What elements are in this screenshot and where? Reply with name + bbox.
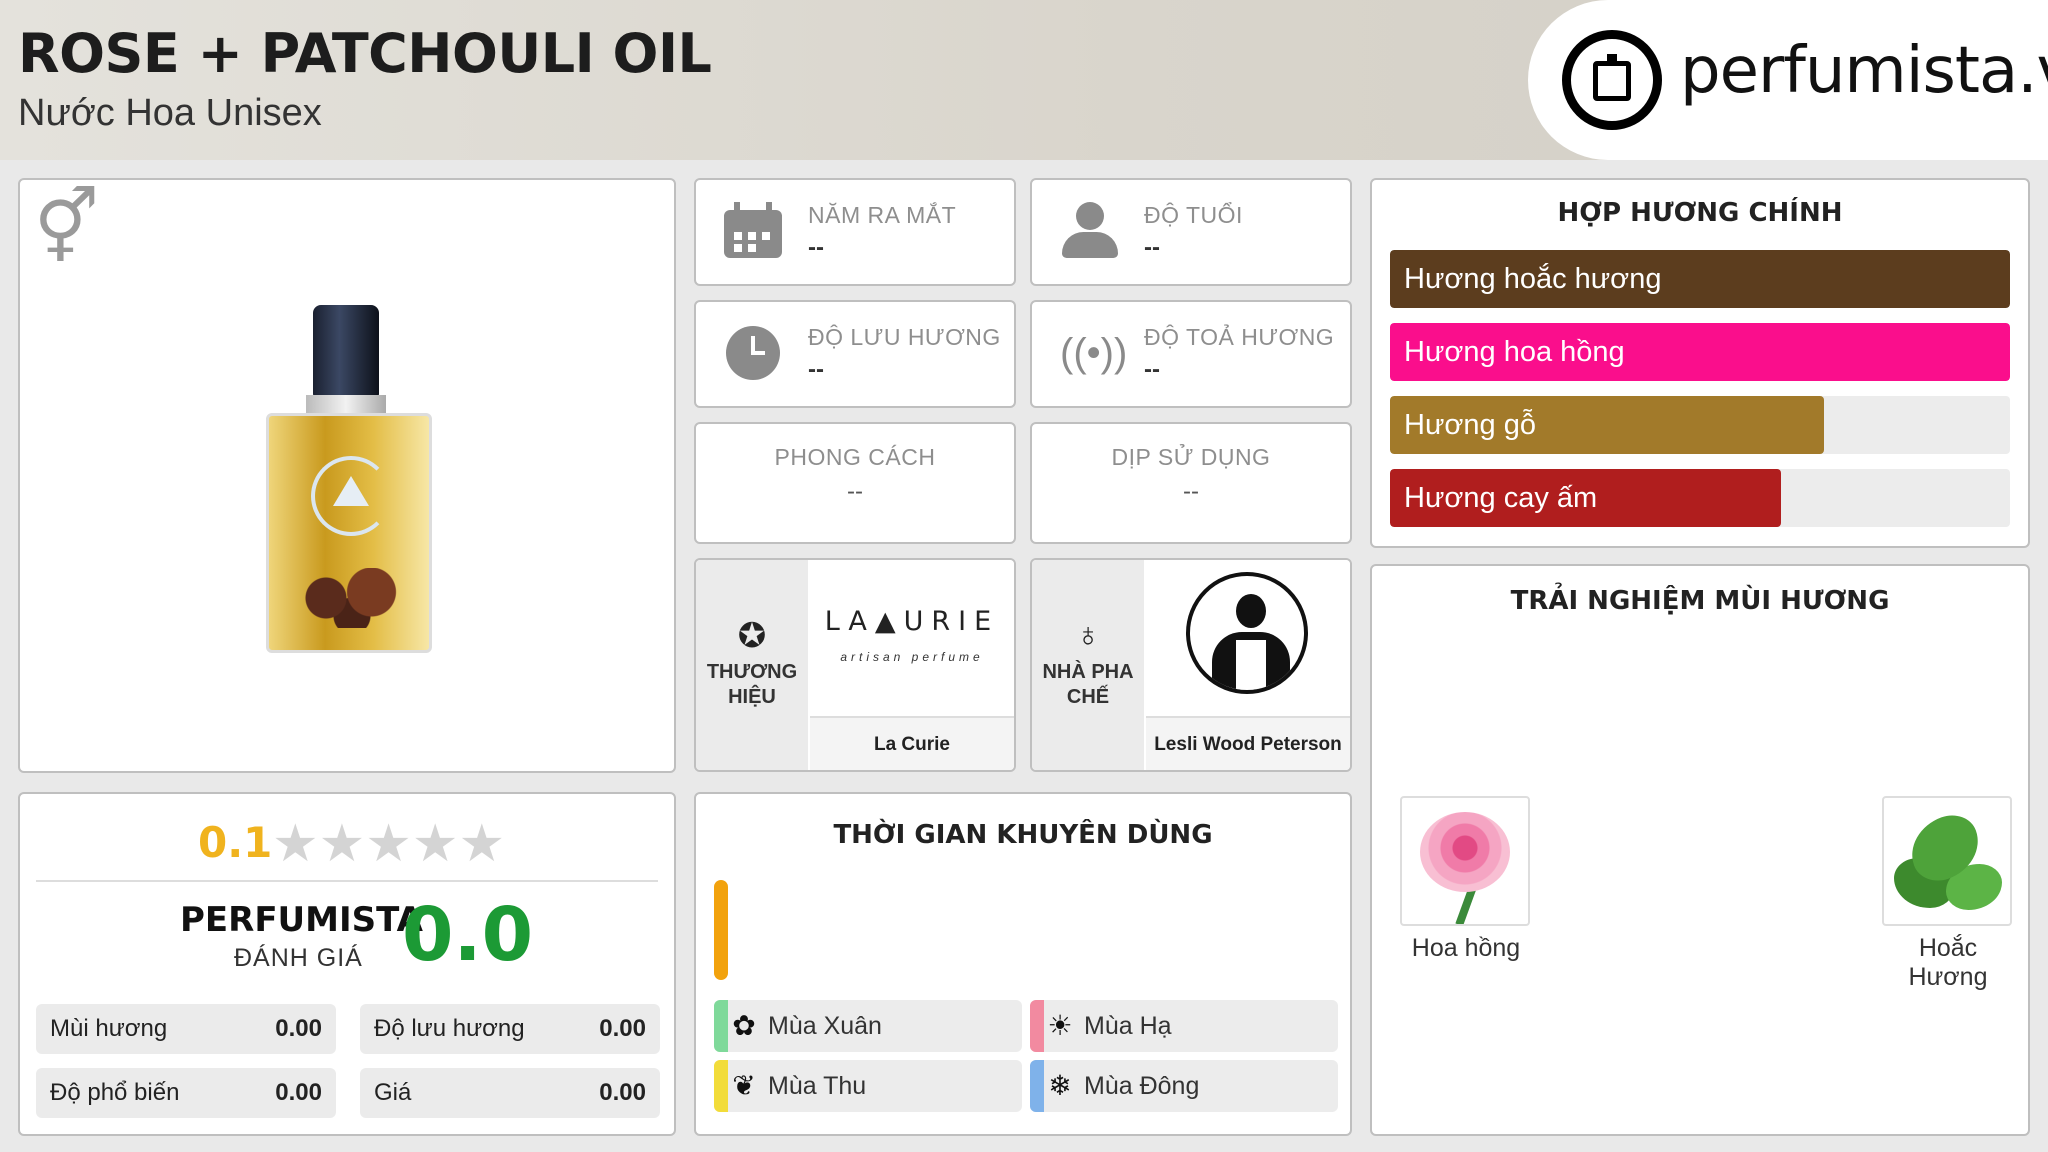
recommended-time-title: THỜI GIAN KHUYÊN DÙNG xyxy=(833,820,1213,850)
metric-value: 0.00 xyxy=(599,1079,646,1106)
brand-logo-subtext: artisan perfume xyxy=(840,650,984,664)
note-bar: Hương hoắc hương xyxy=(1390,250,2010,308)
calendar-icon xyxy=(724,202,782,260)
brand-card[interactable]: ✪ THƯƠNG HIỆU LA▲URIE artisan perfume La… xyxy=(694,558,1016,772)
main-notes-title: HỢP HƯƠNG CHÍNH xyxy=(1557,198,1843,228)
age-card: ĐỘ TUỔI -- xyxy=(1030,178,1352,286)
perfumista-score: 0.0 xyxy=(402,892,534,978)
nose-icon: ♁ xyxy=(1075,616,1101,654)
season-label: Mùa Hạ xyxy=(1084,1012,1172,1040)
star-badge-icon: ✪ xyxy=(737,617,767,655)
rose-image xyxy=(1400,796,1530,926)
season-accent xyxy=(714,1060,728,1112)
season-accent xyxy=(714,1000,728,1052)
season-spring: ✿ Mùa Xuân xyxy=(714,1000,1022,1052)
brand-logo-text: LA▲URIE xyxy=(824,606,1000,637)
logo-text: perfumista.vn xyxy=(1680,34,2048,108)
occasion-label: DỊP SỬ DỤNG xyxy=(1111,444,1271,470)
age-value: -- xyxy=(1144,234,1160,261)
metric-value: 0.00 xyxy=(275,1079,322,1106)
style-card: PHONG CÁCH -- xyxy=(694,422,1016,544)
season-accent xyxy=(1030,1000,1044,1052)
note-label: Hương hoa hồng xyxy=(1404,336,1625,368)
male-female-icon: ⚥ xyxy=(34,188,100,268)
note-bar: Hương gỗ xyxy=(1390,396,2010,454)
experience-title: TRẢI NGHIỆM MÙI HƯƠNG xyxy=(1510,586,1890,616)
perfumista-sub-label: ĐÁNH GIÁ xyxy=(234,944,363,972)
flower-icon: ✿ xyxy=(732,1010,756,1041)
product-card: ⚥ xyxy=(18,178,676,773)
style-label: PHONG CÁCH xyxy=(774,444,936,470)
header: ROSE + PATCHOULI OIL Nước Hoa Unisex per… xyxy=(0,0,2048,160)
occasion-value: -- xyxy=(1183,478,1199,505)
season-accent xyxy=(1030,1060,1044,1112)
note-bar: Hương hoa hồng xyxy=(1390,323,2010,381)
recommended-time-card: THỜI GIAN KHUYÊN DÙNG ✿ Mùa Xuân ☀ Mùa H… xyxy=(694,792,1352,1136)
note-bar: Hương cay ấm xyxy=(1390,469,2010,527)
snowflake-icon: ❄ xyxy=(1048,1070,1072,1101)
metric-value: 0.00 xyxy=(275,1015,322,1042)
brand-caption: THƯƠNG HIỆU xyxy=(706,661,798,708)
season-label: Mùa Xuân xyxy=(768,1012,882,1040)
occasion-card: DỊP SỬ DỤNG -- xyxy=(1030,422,1352,544)
metric-longevity: Độ lưu hương 0.00 xyxy=(360,1004,660,1054)
leaf-icon: ❦ xyxy=(732,1070,756,1101)
perfumer-card[interactable]: ♁ NHÀ PHA CHẾ Lesli Wood Peterson xyxy=(1030,558,1352,772)
rating-card: 0.1 ★★★★★ PERFUMISTA ĐÁNH GIÁ 0.0 Mùi hư… xyxy=(18,792,676,1136)
metric-value: 0.00 xyxy=(599,1015,646,1042)
experience-item-patchouli[interactable]: Hoắc Hương xyxy=(1882,796,2014,992)
main-notes-card: HỢP HƯƠNG CHÍNH Hương hoắc hương Hương h… xyxy=(1370,178,2030,548)
user-score: 0.1 xyxy=(198,818,273,867)
metric-label: Mùi hương xyxy=(50,1015,168,1042)
clock-icon xyxy=(724,324,782,382)
longevity-label: ĐỘ LƯU HƯƠNG xyxy=(808,324,1001,350)
perfumista-label: PERFUMISTA xyxy=(180,900,423,940)
launch-year-card: NĂM RA MẮT -- xyxy=(694,178,1016,286)
page-title: ROSE + PATCHOULI OIL xyxy=(18,22,712,85)
time-of-day-bar xyxy=(714,880,728,980)
note-label: Hương gỗ xyxy=(1404,409,1536,441)
site-logo[interactable]: perfumista.vn xyxy=(1528,0,2048,160)
sillage-label: ĐỘ TOẢ HƯƠNG xyxy=(1144,324,1335,350)
product-image xyxy=(266,305,432,653)
perfumer-name[interactable]: Lesli Wood Peterson xyxy=(1146,716,1350,770)
style-value: -- xyxy=(847,478,863,505)
metric-label: Độ phổ biến xyxy=(50,1079,180,1106)
brand-name[interactable]: La Curie xyxy=(810,716,1014,770)
launch-year-label: NĂM RA MẮT xyxy=(808,202,957,228)
experience-item-label: Hoa hồng xyxy=(1411,934,1521,962)
divider xyxy=(36,880,658,882)
sillage-value: -- xyxy=(1144,356,1160,383)
longevity-value: -- xyxy=(808,356,824,383)
metric-label: Độ lưu hương xyxy=(374,1015,525,1042)
patchouli-leaf-image xyxy=(1882,796,2012,926)
longevity-card: ĐỘ LƯU HƯƠNG -- xyxy=(694,300,1016,408)
metric-scent: Mùi hương 0.00 xyxy=(36,1004,336,1054)
season-label: Mùa Đông xyxy=(1084,1072,1200,1100)
note-label: Hương hoắc hương xyxy=(1404,263,1662,295)
experience-card: TRẢI NGHIỆM MÙI HƯƠNG Hoa hồng Hoắc Hươn… xyxy=(1370,564,2030,1136)
experience-item-rose[interactable]: Hoa hồng xyxy=(1400,796,1532,963)
perfume-bottle-logo-icon xyxy=(1562,30,1662,130)
metric-popularity: Độ phổ biến 0.00 xyxy=(36,1068,336,1118)
season-autumn: ❦ Mùa Thu xyxy=(714,1060,1022,1112)
metric-label: Giá xyxy=(374,1079,412,1106)
sun-icon: ☀ xyxy=(1047,1010,1073,1041)
brand-logo[interactable]: LA▲URIE artisan perfume xyxy=(810,560,1014,714)
season-summer: ☀ Mùa Hạ xyxy=(1030,1000,1338,1052)
note-label: Hương cay ấm xyxy=(1404,482,1598,514)
page-subtitle: Nước Hoa Unisex xyxy=(18,92,322,134)
sillage-icon: ((•)) xyxy=(1060,331,1128,375)
metric-price: Giá 0.00 xyxy=(360,1068,660,1118)
experience-item-label: Hoắc Hương xyxy=(1908,934,1988,991)
season-label: Mùa Thu xyxy=(768,1072,867,1100)
season-winter: ❄ Mùa Đông xyxy=(1030,1060,1338,1112)
launch-year-value: -- xyxy=(808,234,824,261)
person-icon xyxy=(1060,202,1118,260)
sillage-card: ((•)) ĐỘ TOẢ HƯƠNG -- xyxy=(1030,300,1352,408)
perfumer-image[interactable] xyxy=(1146,560,1350,714)
age-label: ĐỘ TUỔI xyxy=(1144,202,1243,228)
perfumer-caption: NHÀ PHA CHẾ xyxy=(1042,661,1134,708)
star-rating[interactable]: ★★★★★ xyxy=(272,814,505,874)
